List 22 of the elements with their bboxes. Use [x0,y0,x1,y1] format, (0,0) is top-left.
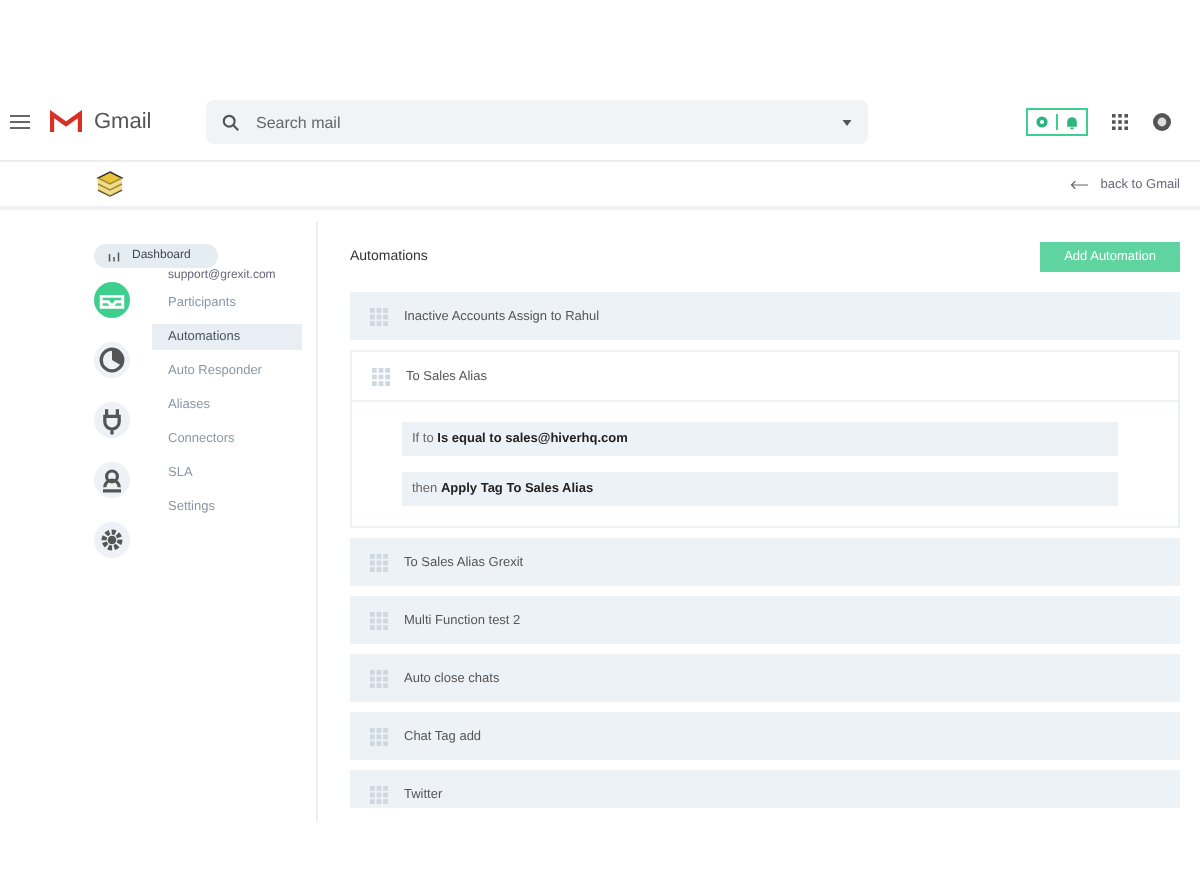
avatar-icon[interactable] [1152,112,1172,132]
drag-handle-icon[interactable] [370,307,388,325]
drag-handle-icon[interactable] [370,669,388,687]
person-icon[interactable] [94,462,130,498]
inbox-icon[interactable] [94,282,130,318]
apps-grid-icon[interactable] [1112,114,1128,130]
app-name: Gmail [94,110,154,134]
stacked-layers-logo-icon [96,170,124,198]
drag-handle-icon[interactable] [370,727,388,745]
bar-chart-icon [108,251,120,261]
gear-icon[interactable] [94,522,130,558]
pie-chart-icon[interactable] [94,342,130,378]
search-field[interactable]: Search mail [206,100,868,144]
drag-handle-icon[interactable] [372,367,390,385]
dropdown-caret-icon[interactable] [842,119,852,125]
menu-icon[interactable] [10,114,30,130]
left-arrow-icon [1070,179,1089,189]
drag-handle-icon[interactable] [370,785,388,803]
gmail-logo-icon[interactable] [50,110,82,134]
plug-icon[interactable] [94,402,130,438]
drag-handle-icon[interactable] [370,553,388,571]
drag-handle-icon[interactable] [370,611,388,629]
